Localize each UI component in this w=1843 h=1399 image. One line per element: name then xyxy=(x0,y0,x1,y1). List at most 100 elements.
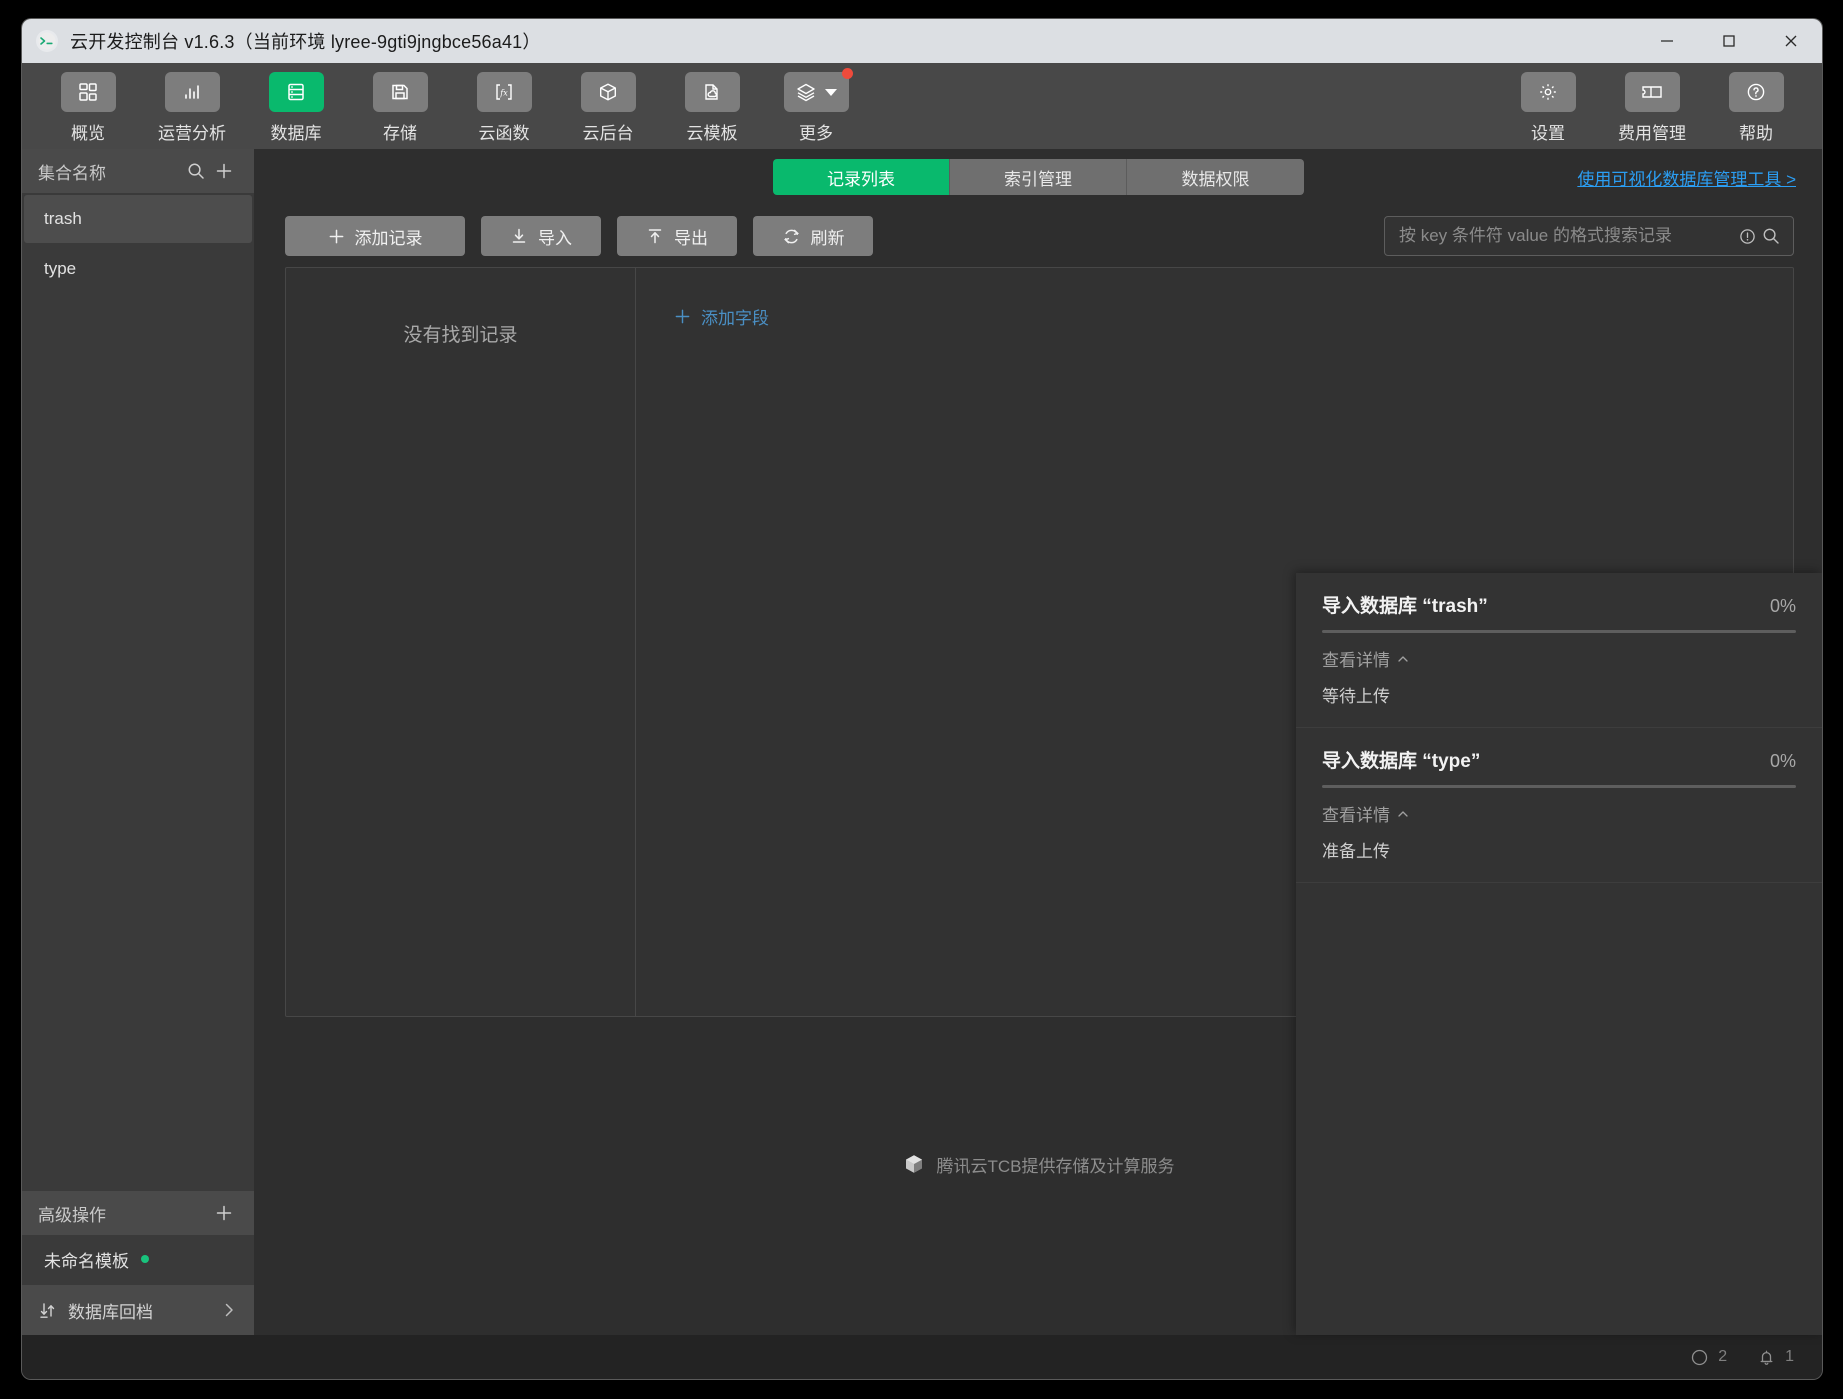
sort-arrows-icon xyxy=(38,1300,58,1320)
download-icon xyxy=(510,227,528,245)
close-button[interactable] xyxy=(1760,19,1822,63)
export-button[interactable]: 导出 xyxy=(617,216,737,256)
search-icon[interactable] xyxy=(1761,226,1781,246)
template-name: 未命名模板 xyxy=(44,1251,129,1271)
database-rollback-button[interactable]: 数据库回档 xyxy=(22,1285,254,1335)
sidebar-item-unnamed-template[interactable]: 未命名模板 xyxy=(24,1235,252,1283)
action-bar: 添加记录 导入 导出 刷新 按 key 条件符 value 的格式搜索记录 xyxy=(255,205,1822,267)
toolbar-item-label: 概览 xyxy=(71,124,105,143)
progress-bar xyxy=(1322,785,1796,788)
refresh-icon xyxy=(782,227,801,246)
chevron-down-icon xyxy=(825,88,837,96)
view-details-button[interactable]: 查看详情 xyxy=(1322,801,1796,826)
collections-header: 集合名称 xyxy=(22,149,254,193)
notification-status: 准备上传 xyxy=(1322,842,1390,861)
app-window: 云开发控制台 v1.6.3（当前环境 lyree-9gti9jngbce56a4… xyxy=(22,19,1822,1379)
ticket-icon xyxy=(1624,72,1680,112)
fx-function-icon: fx xyxy=(476,72,532,112)
add-record-button[interactable]: 添加记录 xyxy=(285,216,465,256)
search-records-box[interactable] xyxy=(1384,216,1794,256)
brand-credit: 腾讯云TCB提供存储及计算服务 xyxy=(903,1152,1175,1177)
action-label: 导入 xyxy=(538,228,572,248)
status-tasks[interactable]: 2 xyxy=(1690,1348,1727,1367)
minimize-button[interactable] xyxy=(1636,19,1698,63)
view-details-label: 查看详情 xyxy=(1322,651,1390,670)
info-circle-icon[interactable] xyxy=(1738,227,1757,246)
notification-item: 导入数据库 “type” 0% 查看详情 准备上传 xyxy=(1296,728,1822,883)
plus-icon xyxy=(674,308,691,325)
collection-name: trash xyxy=(44,209,82,228)
toolbar-item-billing[interactable]: 费用管理 xyxy=(1600,66,1704,146)
brand-credit-text: 腾讯云TCB提供存储及计算服务 xyxy=(936,1156,1175,1176)
maximize-button[interactable] xyxy=(1698,19,1760,63)
toolbar-item-label: 帮助 xyxy=(1739,124,1773,143)
upload-notification-panel: 导入数据库 “trash” 0% 查看详情 等待上传 导入数据库 “type” … xyxy=(1296,573,1822,1335)
sidebar-item-type[interactable]: type xyxy=(24,245,252,293)
records-empty-panel: 没有找到记录 xyxy=(286,268,636,1016)
add-field-button[interactable]: 添加字段 xyxy=(674,304,769,329)
window-title: 云开发控制台 v1.6.3（当前环境 lyree-9gti9jngbce56a4… xyxy=(70,32,541,52)
bar-chart-icon xyxy=(164,72,220,112)
notification-percent: 0% xyxy=(1769,751,1796,771)
notification-status: 等待上传 xyxy=(1322,687,1390,706)
window-controls xyxy=(1636,19,1822,63)
toolbar-item-label: 云后台 xyxy=(582,124,634,143)
tab-index-management[interactable]: 索引管理 xyxy=(950,159,1127,195)
tab-record-list[interactable]: 记录列表 xyxy=(773,159,950,195)
view-details-button[interactable]: 查看详情 xyxy=(1322,646,1796,671)
refresh-button[interactable]: 刷新 xyxy=(753,216,873,256)
search-input[interactable] xyxy=(1399,226,1738,246)
search-icon[interactable] xyxy=(182,157,210,185)
main-toolbar: 概览 运营分析 数据库 存储 fx 云函数 云后台 云模板 更多 设置 费用管理… xyxy=(22,63,1822,149)
toolbar-item-label: 运营分析 xyxy=(158,124,226,143)
action-label: 刷新 xyxy=(810,228,845,248)
action-label: 导出 xyxy=(674,228,708,248)
toolbar-left-group: 概览 运营分析 数据库 存储 fx 云函数 云后台 云模板 更多 xyxy=(36,66,868,146)
advanced-section: 高级操作 未命名模板 xyxy=(22,1191,254,1285)
toolbar-item-label: 设置 xyxy=(1531,124,1565,143)
visual-db-tool-link[interactable]: 使用可视化数据库管理工具 > xyxy=(1577,165,1796,190)
view-details-label: 查看详情 xyxy=(1322,806,1390,825)
tab-data-permissions[interactable]: 数据权限 xyxy=(1127,159,1304,195)
toolbar-item-label: 云模板 xyxy=(686,124,738,143)
layers-icon xyxy=(783,68,853,112)
toolbar-item-help[interactable]: 帮助 xyxy=(1704,66,1808,146)
collection-name: type xyxy=(44,259,77,278)
import-button[interactable]: 导入 xyxy=(481,216,601,256)
app-body: 集合名称 trash type 高级操作 未命名模板 数据库回档 记录列表 索引… xyxy=(22,149,1822,1335)
sidebar-item-trash[interactable]: trash xyxy=(24,195,252,243)
status-notifications[interactable]: 1 xyxy=(1757,1348,1794,1367)
notification-header: 导入数据库 “type” 0% xyxy=(1322,746,1796,773)
search-box-icons xyxy=(1738,226,1781,246)
main-content: 记录列表 索引管理 数据权限 使用可视化数据库管理工具 > 添加记录 导入 导出… xyxy=(255,149,1822,1335)
toolbar-item-overview[interactable]: 概览 xyxy=(36,66,140,146)
toolbar-item-analytics[interactable]: 运营分析 xyxy=(140,66,244,146)
toolbar-item-more[interactable]: 更多 xyxy=(764,66,868,146)
chevron-right-icon xyxy=(220,1301,238,1319)
toolbar-item-settings[interactable]: 设置 xyxy=(1496,66,1600,146)
toolbar-item-label: 数据库 xyxy=(270,124,322,143)
toolbar-item-cloud-template[interactable]: 云模板 xyxy=(660,66,764,146)
app-logo-icon xyxy=(36,30,58,52)
svg-text:fx: fx xyxy=(499,89,508,98)
plus-icon xyxy=(328,228,345,245)
toolbar-item-label: 存储 xyxy=(383,124,417,143)
add-template-icon[interactable] xyxy=(210,1199,238,1227)
add-collection-icon[interactable] xyxy=(210,157,238,185)
toolbar-item-database[interactable]: 数据库 xyxy=(244,66,348,146)
chevron-up-icon xyxy=(1396,652,1410,666)
toolbar-item-cloud-backend[interactable]: 云后台 xyxy=(556,66,660,146)
toolbar-item-cloud-function[interactable]: fx 云函数 xyxy=(452,66,556,146)
add-field-label: 添加字段 xyxy=(701,309,769,328)
cloud-template-icon xyxy=(684,72,740,112)
toolbar-item-storage[interactable]: 存储 xyxy=(348,66,452,146)
status-bar: 2 1 xyxy=(22,1335,1822,1379)
bell-icon xyxy=(1757,1348,1776,1367)
title-bar: 云开发控制台 v1.6.3（当前环境 lyree-9gti9jngbce56a4… xyxy=(22,19,1822,63)
advanced-header: 高级操作 xyxy=(22,1191,254,1235)
dashboard-grid-icon xyxy=(60,72,116,112)
tabs-row: 记录列表 索引管理 数据权限 使用可视化数据库管理工具 > xyxy=(255,149,1822,205)
cube-icon xyxy=(580,72,636,112)
floppy-save-icon xyxy=(372,72,428,112)
advanced-header-title: 高级操作 xyxy=(38,1205,106,1225)
